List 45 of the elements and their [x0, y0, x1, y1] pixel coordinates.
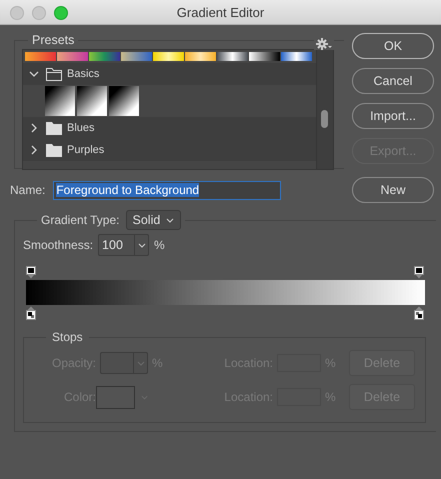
gradient-thumbnail[interactable] — [45, 86, 75, 116]
presets-title: Presets — [31, 33, 76, 47]
smoothness-label: Smoothness: — [23, 238, 94, 252]
dialog-button[interactable]: Import... — [352, 103, 434, 129]
chevron-icon[interactable] — [29, 123, 39, 133]
scrollbar-thumb[interactable] — [321, 110, 328, 128]
gradient-swatch[interactable] — [281, 52, 312, 61]
stops-title: Stops — [51, 330, 84, 344]
percent-sign: % — [154, 238, 165, 252]
gradient-bar[interactable] — [26, 280, 425, 305]
preset-group[interactable]: Blues — [23, 117, 316, 139]
gradient-swatch[interactable] — [153, 52, 184, 61]
dialog-button[interactable]: OK — [352, 33, 434, 59]
gradient-thumbnail[interactable] — [109, 86, 139, 116]
color-stop-icon[interactable] — [26, 306, 36, 320]
percent-sign: % — [325, 356, 337, 370]
name-field[interactable]: Foreground to Background — [53, 180, 282, 200]
gradient-swatch[interactable] — [249, 52, 280, 61]
opacity-stop-icon[interactable] — [414, 266, 424, 279]
gradient-swatch[interactable] — [185, 52, 216, 61]
smoothness-field[interactable]: 100 — [98, 234, 150, 256]
chevron-icon[interactable] — [29, 145, 39, 155]
gradient-swatch[interactable] — [25, 52, 56, 61]
window-title: Gradient Editor — [176, 4, 264, 20]
gradient-swatch[interactable] — [89, 52, 120, 61]
chevron-icon[interactable] — [29, 69, 39, 79]
folder-icon — [46, 144, 62, 156]
gradient-type-dropdown[interactable]: Solid — [126, 210, 182, 230]
caret-icon — [166, 218, 174, 222]
percent-sign: % — [152, 356, 164, 370]
name-label: Name: — [10, 183, 46, 197]
percent-sign: % — [325, 390, 337, 404]
gradient-swatch[interactable] — [57, 52, 88, 61]
gradient-thumbnail[interactable] — [77, 86, 107, 116]
folder-icon — [46, 68, 62, 80]
gradient-type-label: Gradient Type: — [41, 213, 120, 227]
gradient-swatch[interactable] — [121, 52, 152, 61]
preset-group[interactable]: Purples — [23, 139, 316, 161]
opacity-stop-icon[interactable] — [26, 266, 36, 279]
preset-group[interactable]: Basics — [23, 63, 316, 85]
folder-icon — [46, 122, 62, 134]
dialog-button[interactable]: Cancel — [352, 68, 434, 94]
color-stop-icon[interactable] — [414, 306, 424, 320]
new-button[interactable]: New — [352, 177, 434, 203]
gradient-swatch[interactable] — [217, 52, 248, 61]
